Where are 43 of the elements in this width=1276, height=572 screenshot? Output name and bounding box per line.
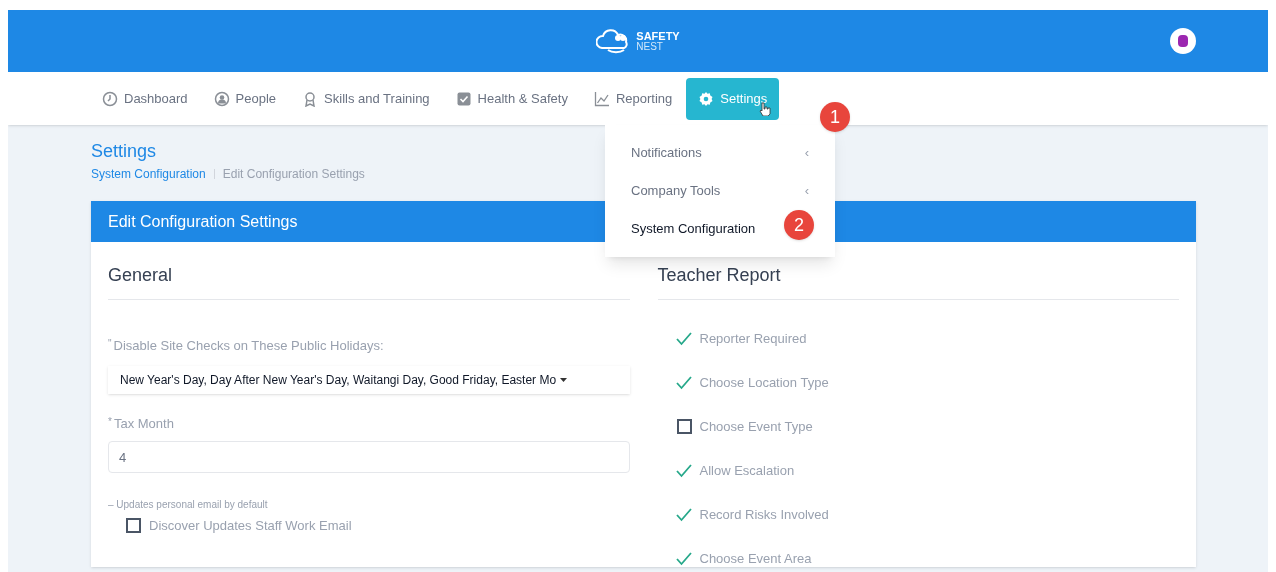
required-mark: " — [108, 337, 112, 351]
check-icon[interactable] — [675, 375, 692, 390]
caret-icon — [560, 377, 568, 382]
required-mark: * — [108, 414, 112, 429]
breadcrumb-link[interactable]: System Configuration — [91, 165, 206, 183]
settings-icon — [698, 90, 715, 107]
user-avatar[interactable] — [1170, 28, 1196, 54]
option-label: Record Risks Involved — [699, 505, 829, 524]
checkbox-label: Discover Updates Staff Work Email — [149, 517, 352, 535]
checkbox-icon — [455, 90, 472, 107]
holidays-select[interactable]: New Year's Day, Day After New Year's Day, Waitangi Day, Good Friday, Easter Mo — [108, 365, 630, 394]
nav-tab[interactable]: People — [201, 77, 289, 120]
option-label: Choose Event Type — [699, 417, 813, 436]
menu-item[interactable]: Notifications ‹ — [605, 139, 835, 167]
tax-month-input[interactable]: 4 — [108, 441, 630, 473]
option-label: Choose Event Area — [699, 549, 812, 568]
check-icon[interactable] — [675, 551, 692, 566]
logo-text: SAFETY — [636, 30, 680, 42]
check-icon[interactable] — [675, 507, 692, 522]
field-label: Tax Month — [113, 414, 174, 433]
logo-subtext: NEST — [636, 41, 664, 52]
check-icon[interactable] — [675, 463, 692, 478]
page-title: Settings — [91, 140, 157, 163]
line-chart-icon — [593, 90, 610, 107]
nav-tab[interactable]: Dashboard — [90, 77, 200, 120]
menu-item[interactable]: Company Tools ‹ — [605, 177, 835, 205]
menu-item[interactable]: System Configuration — [605, 215, 760, 243]
checkbox[interactable] — [126, 518, 141, 534]
option-label: Reporter Required — [699, 329, 807, 348]
nav-tab[interactable]: Health & Safety — [443, 77, 580, 120]
breadcrumb-current: Edit Configuration Settings — [222, 166, 365, 183]
field-label: Disable Site Checks on These Public Holidays: — [113, 337, 384, 355]
person-icon — [213, 90, 230, 107]
check-icon[interactable] — [675, 331, 692, 346]
clock-icon — [102, 90, 118, 107]
nav-tab[interactable]: Skills and Training — [290, 77, 442, 120]
chevron-icon: ‹ — [804, 181, 809, 201]
checkbox[interactable] — [676, 419, 692, 434]
option-label: Choose Location Type — [699, 373, 829, 392]
nav-tab[interactable]: Reporting — [581, 77, 685, 120]
option-label: Allow Escalation — [699, 461, 795, 480]
field-hint: – Updates personal email by default — [108, 498, 269, 512]
chevron-icon: ‹ — [804, 143, 809, 163]
